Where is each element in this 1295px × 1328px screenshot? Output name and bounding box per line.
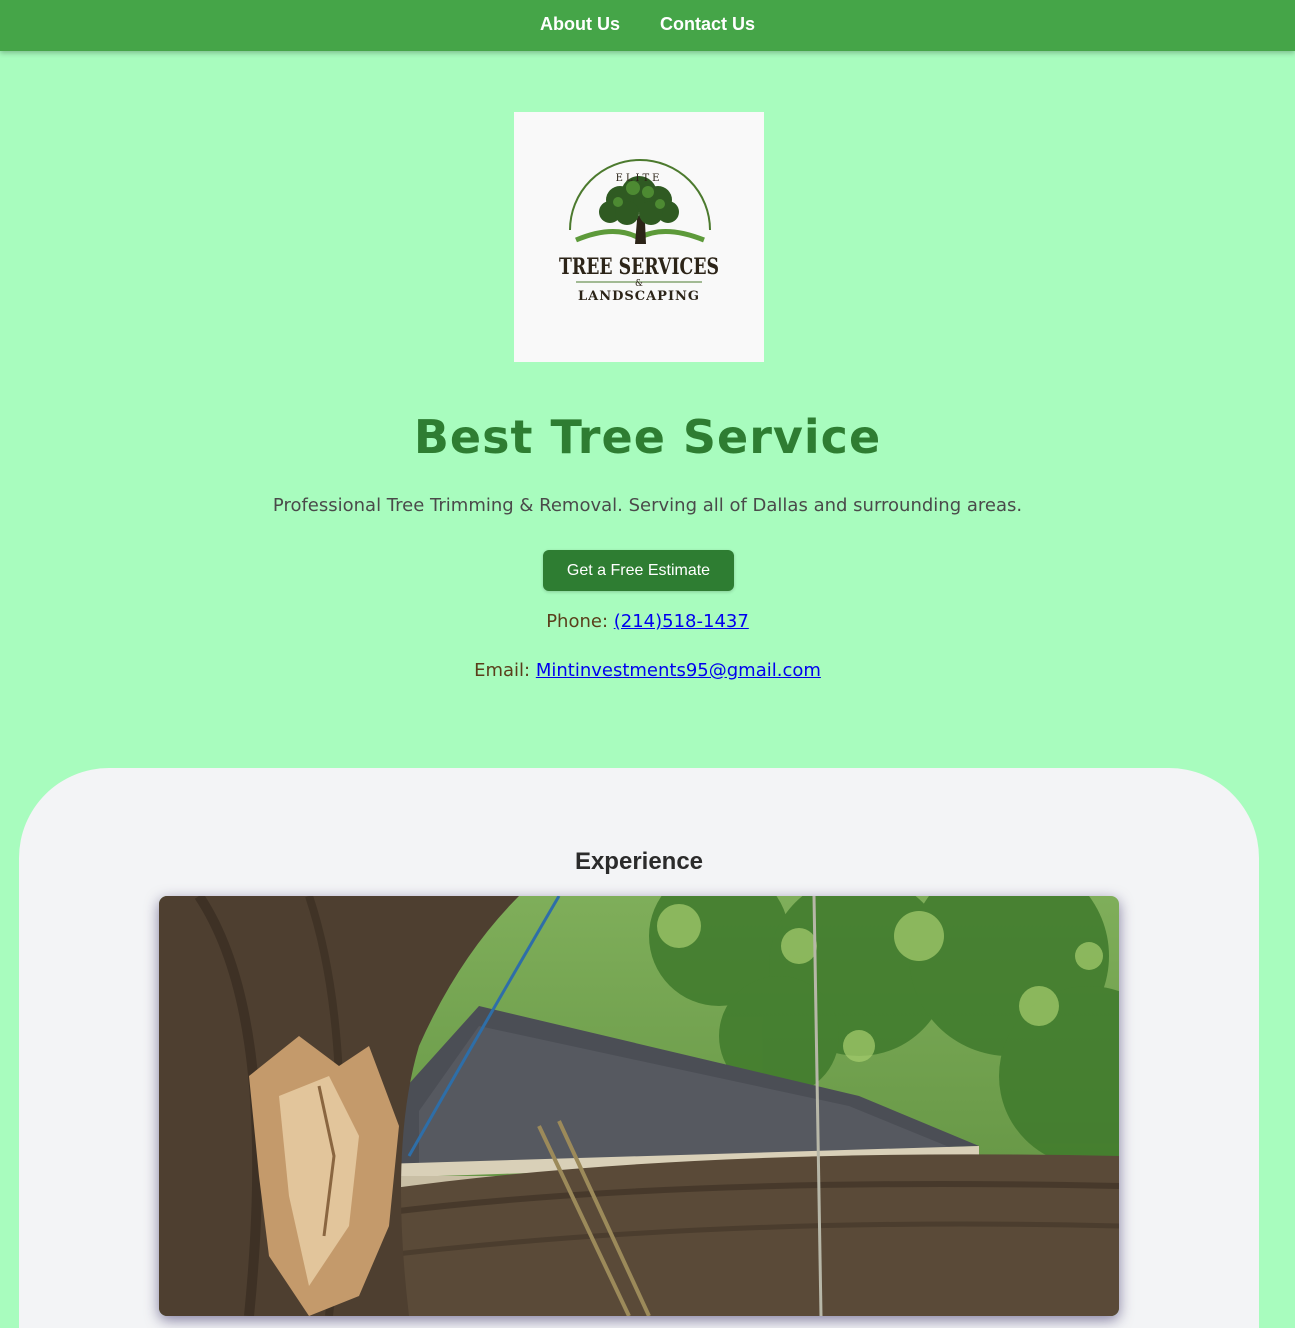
top-navbar: About Us Contact Us <box>0 0 1295 51</box>
email-link[interactable]: Mintinvestments95@gmail.com <box>536 660 821 681</box>
hero-title: Best Tree Service <box>413 410 882 464</box>
experience-section: Experience <box>19 768 1259 1328</box>
email-line: Email: Mintinvestments95@gmail.com <box>0 660 1295 681</box>
logo-elite-text: ELITE <box>616 173 663 184</box>
phone-line: Phone: (214)518-1437 <box>0 611 1295 632</box>
logo-main-text: TREE SERVICES <box>559 254 719 280</box>
company-logo: ELITE TREE SERVICES & LANDSCAPING <box>514 112 764 362</box>
experience-title: Experience <box>574 848 704 875</box>
nav-about-us-link[interactable]: About Us <box>540 14 620 35</box>
hero-subtitle: Professional Tree Trimming & Removal. Se… <box>272 495 1023 516</box>
experience-photo <box>159 896 1119 1316</box>
free-estimate-button[interactable]: Get a Free Estimate <box>543 550 734 591</box>
nav-contact-us-link[interactable]: Contact Us <box>660 14 755 35</box>
logo-amp-text: & <box>635 279 643 289</box>
email-label: Email: <box>474 660 531 681</box>
logo-bottom-text: LANDSCAPING <box>578 289 700 304</box>
phone-link[interactable]: (214)518-1437 <box>614 611 749 632</box>
phone-label: Phone: <box>546 611 609 632</box>
